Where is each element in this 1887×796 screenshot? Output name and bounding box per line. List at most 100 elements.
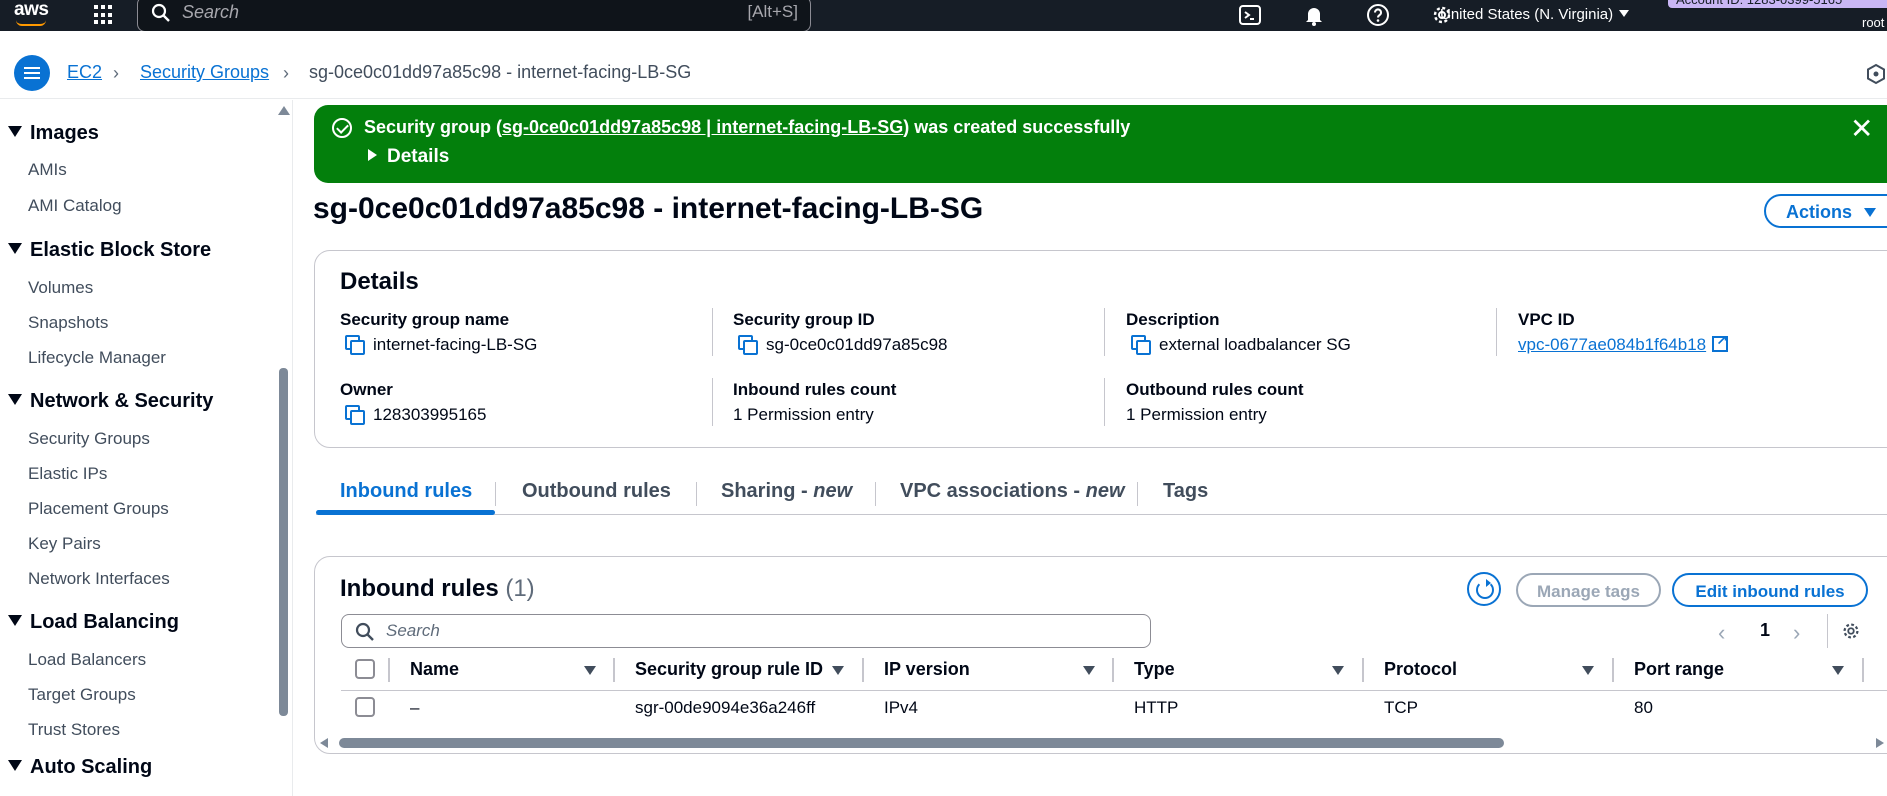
search-placeholder: Search xyxy=(386,621,440,640)
tab-outbound-rules[interactable]: Outbound rules xyxy=(522,480,671,503)
vpc-id-link[interactable]: vpc-0677ae084b1f64b18 xyxy=(1518,335,1706,354)
region-selector[interactable]: United States (N. Virginia) xyxy=(1440,6,1630,23)
side-navigation-toggle-button[interactable] xyxy=(14,55,50,91)
help-icon[interactable] xyxy=(1366,3,1390,27)
column-divider xyxy=(1612,658,1614,682)
field-label: Owner xyxy=(340,380,393,399)
tab-vpc-associations[interactable]: VPC associations - new xyxy=(900,480,1125,503)
refresh-icon[interactable] xyxy=(1467,572,1501,606)
divider xyxy=(712,308,713,356)
cell-rule-id: sgr-00de9094e36a246ff xyxy=(635,698,816,717)
select-all-checkbox[interactable] xyxy=(355,659,375,679)
copy-icon[interactable] xyxy=(1131,335,1151,355)
cloudshell-icon[interactable] xyxy=(1238,3,1262,27)
cell-type: HTTP xyxy=(1134,698,1179,717)
actions-button[interactable]: Actions xyxy=(1764,194,1887,228)
inbound-rules-search-input[interactable]: Search xyxy=(341,614,1151,648)
search-icon xyxy=(151,3,170,22)
nav-item-load-balancers[interactable]: Load Balancers xyxy=(28,650,146,670)
nav-item-elastic-ips[interactable]: Elastic IPs xyxy=(28,464,107,484)
nav-item-trust-stores[interactable]: Trust Stores xyxy=(28,720,120,740)
tab-sharing[interactable]: Sharing - new xyxy=(721,480,852,503)
nav-item-placement-groups[interactable]: Placement Groups xyxy=(28,499,169,519)
column-header-type[interactable]: Type xyxy=(1134,659,1175,680)
scroll-left-arrow-icon[interactable] xyxy=(320,738,328,748)
divider xyxy=(1496,308,1497,356)
nav-item-key-pairs[interactable]: Key Pairs xyxy=(28,534,101,554)
column-divider xyxy=(862,658,864,682)
nav-section-elastic-block-store[interactable]: Elastic Block Store xyxy=(8,239,211,262)
owner-value: 128303995165 xyxy=(345,405,486,425)
horizontal-scrollbar-thumb[interactable] xyxy=(339,738,1504,748)
chevron-right-icon[interactable]: › xyxy=(1793,620,1800,646)
nav-section-network-security[interactable]: Network & Security xyxy=(8,390,213,413)
divider xyxy=(712,378,713,426)
global-search-input[interactable]: Search [Alt+S] xyxy=(137,0,811,32)
current-page-number[interactable]: 1 xyxy=(1760,620,1770,641)
aws-logo[interactable]: aws xyxy=(14,0,49,21)
description-value: external loadbalancer SG xyxy=(1131,335,1351,355)
account-badge[interactable]: Account ID: 1283-0399-5165 xyxy=(1668,0,1887,8)
nav-item-volumes[interactable]: Volumes xyxy=(28,278,93,298)
column-header-rule-id[interactable]: Security group rule ID xyxy=(635,659,823,680)
chevron-left-icon[interactable]: ‹ xyxy=(1718,620,1725,646)
bell-icon[interactable] xyxy=(1302,3,1326,27)
nav-item-network-interfaces[interactable]: Network Interfaces xyxy=(28,569,170,589)
nav-item-snapshots[interactable]: Snapshots xyxy=(28,313,108,333)
column-header-name[interactable]: Name xyxy=(410,659,459,680)
row-checkbox[interactable] xyxy=(355,697,375,717)
flash-security-group-link[interactable]: sg-0ce0c01dd97a85c98 | internet-facing-L… xyxy=(502,117,903,137)
sort-caret-icon[interactable] xyxy=(1083,666,1095,675)
copy-icon[interactable] xyxy=(345,335,365,355)
sort-caret-icon[interactable] xyxy=(584,666,596,675)
column-header-ip-version[interactable]: IP version xyxy=(884,659,970,680)
copy-icon[interactable] xyxy=(345,405,365,425)
cell-protocol: TCP xyxy=(1384,698,1418,717)
edit-inbound-rules-button[interactable]: Edit inbound rules xyxy=(1672,573,1868,607)
field-label: Outbound rules count xyxy=(1126,380,1304,399)
caret-down-icon xyxy=(8,615,22,626)
search-icon xyxy=(355,622,374,641)
nav-item-security-groups[interactable]: Security Groups xyxy=(28,429,150,449)
apps-grid-icon[interactable] xyxy=(94,5,114,25)
sort-caret-icon[interactable] xyxy=(1832,666,1844,675)
user-menu[interactable]: root xyxy=(1862,15,1884,30)
notifications-panel-icon[interactable] xyxy=(1865,63,1887,85)
table-preferences-gear-icon[interactable] xyxy=(1840,620,1862,642)
scroll-right-arrow-icon[interactable] xyxy=(1876,738,1884,748)
column-divider xyxy=(613,658,615,682)
page-title: sg-0ce0c01dd97a85c98 - internet-facing-L… xyxy=(313,192,984,225)
sidebar-scrollbar-thumb[interactable] xyxy=(279,368,288,716)
nav-section-auto-scaling[interactable]: Auto Scaling xyxy=(8,756,152,779)
breadcrumb-current: sg-0ce0c01dd97a85c98 - internet-facing-L… xyxy=(309,62,692,82)
breadcrumb-separator: › xyxy=(283,63,289,83)
sort-caret-icon[interactable] xyxy=(832,666,844,675)
flash-details-toggle[interactable]: Details xyxy=(368,146,449,168)
field-label: Description xyxy=(1126,310,1220,329)
copy-icon[interactable] xyxy=(738,335,758,355)
column-header-port-range[interactable]: Port range xyxy=(1634,659,1724,680)
breadcrumb-security-groups[interactable]: Security Groups xyxy=(140,62,269,83)
cell-port-range: 80 xyxy=(1634,698,1653,717)
tab-inbound-rules[interactable]: Inbound rules xyxy=(340,480,472,503)
divider xyxy=(1137,482,1138,506)
column-header-protocol[interactable]: Protocol xyxy=(1384,659,1457,680)
breadcrumb-separator: › xyxy=(113,63,119,83)
close-icon[interactable]: ✕ xyxy=(1850,115,1873,143)
nav-item-target-groups[interactable]: Target Groups xyxy=(28,685,136,705)
sort-caret-icon[interactable] xyxy=(1582,666,1594,675)
divider xyxy=(875,482,876,506)
nav-item-ami-catalog[interactable]: AMI Catalog xyxy=(28,196,122,216)
success-check-icon xyxy=(332,118,352,138)
nav-item-lifecycle-manager[interactable]: Lifecycle Manager xyxy=(28,348,166,368)
chevron-down-icon xyxy=(1619,10,1630,17)
breadcrumb-ec2[interactable]: EC2 xyxy=(67,62,102,83)
sort-caret-icon[interactable] xyxy=(1332,666,1344,675)
column-divider xyxy=(388,658,390,682)
nav-item-amis[interactable]: AMIs xyxy=(28,160,67,180)
nav-section-images[interactable]: Images xyxy=(8,122,99,145)
scroll-up-arrow-icon[interactable] xyxy=(278,106,290,115)
tab-tags[interactable]: Tags xyxy=(1163,480,1208,503)
manage-tags-button[interactable]: Manage tags xyxy=(1516,573,1661,607)
nav-section-load-balancing[interactable]: Load Balancing xyxy=(8,611,179,634)
